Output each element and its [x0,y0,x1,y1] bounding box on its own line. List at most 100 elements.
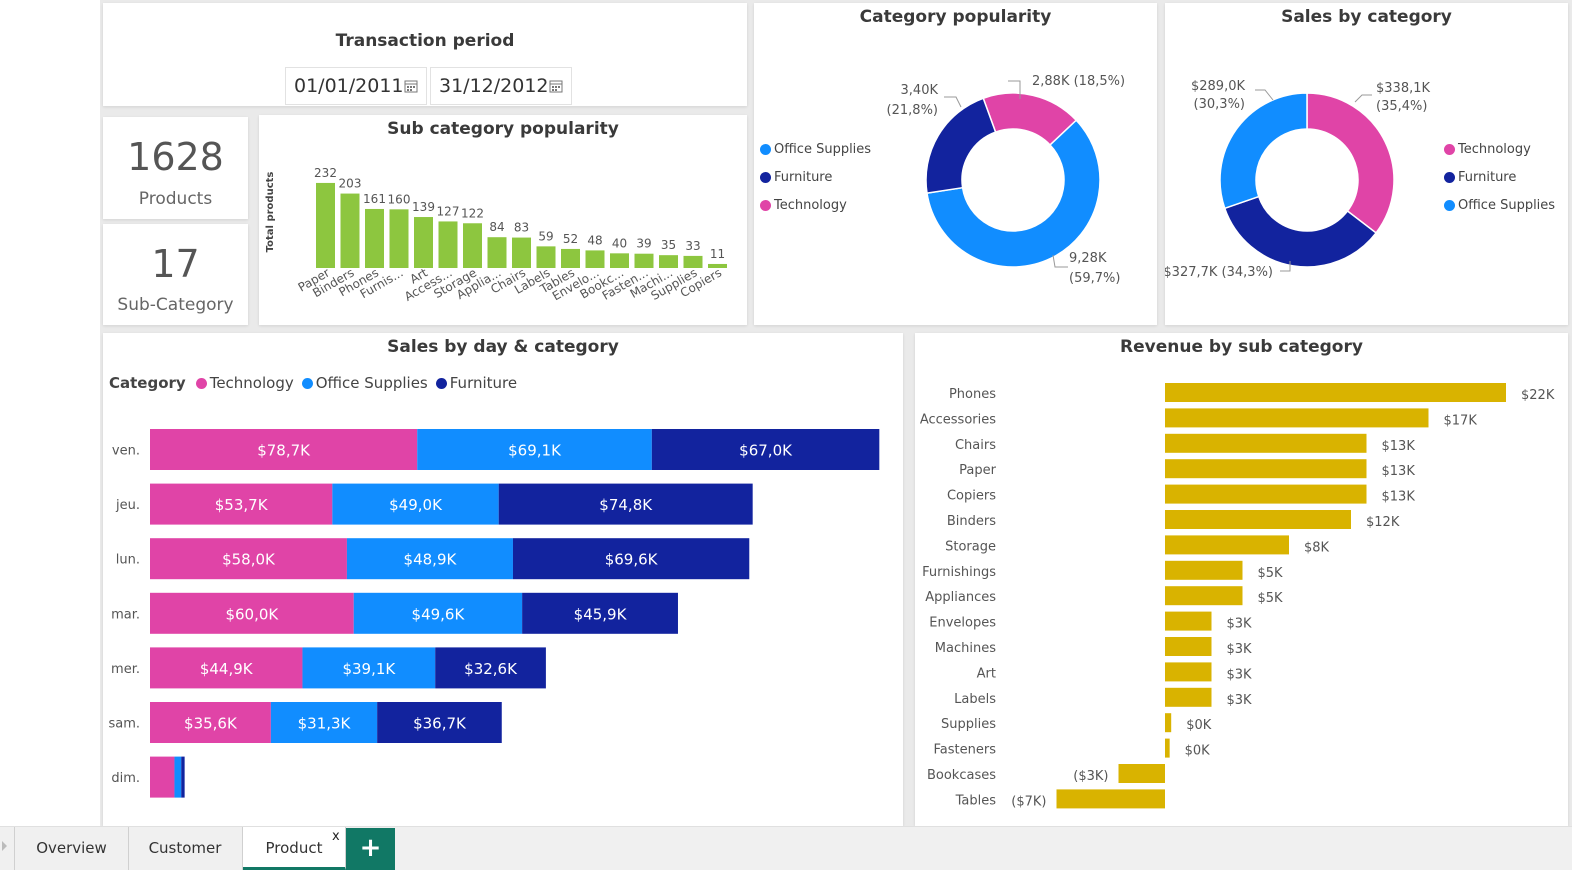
revenue-value-label: $3K [1227,667,1253,682]
day-axis-label: jeu. [115,498,140,513]
sub-category-label: Art [977,666,996,681]
revenue-bar[interactable] [1165,535,1289,555]
sub-category-bar[interactable] [561,248,580,268]
revenue-value-label: $0K [1186,718,1212,733]
close-tab-icon[interactable]: x [332,829,340,844]
day-axis-label: mer. [111,662,140,677]
day-axis-label: ven. [112,444,140,459]
revenue-bar[interactable] [1165,611,1212,631]
segment-value-label: $67,0K [739,442,793,460]
sub-category-bar[interactable] [585,250,605,268]
bar-value-label: 48 [587,233,602,247]
revenue-bar[interactable] [1165,738,1170,758]
revenue-bar[interactable] [1165,687,1212,707]
revenue-value-label: ($7K) [1011,794,1046,809]
sub-category-label: Phones [949,387,996,402]
sub-category-bar[interactable] [438,221,458,268]
leader-line [1255,89,1274,101]
tab-product[interactable]: Product [243,827,346,870]
segment-value-label: $69,6K [605,551,659,569]
sub-category-label: Accessories [920,412,996,427]
start-date-value: 01/01/2011 [294,75,404,97]
sub-category-label: Storage [945,539,996,554]
slice-label-office-supplies-value: 9,28K [1069,251,1107,266]
transaction-period-title: Transaction period [335,31,515,51]
revenue-value-label: $22K [1521,388,1555,403]
sub-category-bar[interactable] [365,208,384,268]
revenue-bar[interactable] [1165,433,1367,453]
sales-by-category-card: Sales by category Technology Furniture O… [1165,3,1568,325]
tab-overview[interactable]: Overview [14,827,129,870]
slice-label-furniture-value: 3,40K [901,83,939,98]
stacked-bar-segment[interactable] [174,756,182,798]
sub-category-bar[interactable] [634,253,654,268]
bar-value-label: 127 [437,204,460,218]
revenue-bar[interactable] [1165,637,1212,656]
sub-category-label: Tables [955,793,997,808]
stacked-bar-segment[interactable] [150,756,175,798]
revenue-bar[interactable] [1165,484,1367,504]
sub-category-label: Fasteners [934,743,997,758]
slice-label-office-supplies-pct: (30,3%) [1194,97,1245,112]
day-axis-label: lun. [116,553,140,568]
stacked-bar-segment[interactable] [181,756,185,798]
sales-by-day-chart: ven. $78,7K $69,1K $67,0K jeu. $53,7K $49,0K $7… [108,429,880,798]
category-popularity-donut: 2,88K (18,5%) 9,28K (59,7%) 3,40K (21,8%… [887,74,1126,286]
bar-value-label: 39 [636,237,651,251]
sub-category-bar[interactable] [389,209,409,268]
segment-value-label: $48,9K [404,551,458,569]
sub-category-bar[interactable] [610,253,629,268]
sub-category-label: Bookcases [927,768,996,783]
revenue-by-sub-category-card: Revenue by sub category Phones $22K Access… [915,333,1568,826]
revenue-bar[interactable] [1165,560,1243,580]
revenue-bar[interactable] [1165,510,1351,529]
segment-value-label: $44,9K [200,660,254,678]
page-tab-bar: Overview Customer Product x + [0,826,1572,870]
revenue-bar[interactable] [1165,408,1429,428]
category-popularity-card: Category popularity Office Supplies Furn… [754,3,1157,325]
left-margin [0,0,100,826]
segment-value-label: $45,9K [574,605,628,623]
products-kpi-card: 1628 Products [103,117,248,219]
sub-category-bar[interactable] [536,246,556,268]
sub-category-bar[interactable] [463,223,482,268]
revenue-by-sub-category-chart: Phones $22K Accessories $17K Chairs $13K Paper… [920,383,1555,809]
transaction-period-card: Transaction period 01/01/2011 31/12/2012 [103,3,747,106]
end-date-value: 31/12/2012 [439,75,549,97]
start-date-input[interactable]: 01/01/2011 [285,67,427,105]
sub-category-bar[interactable] [683,255,703,268]
sub-category-bar[interactable] [340,193,360,268]
revenue-bar[interactable] [1165,586,1243,606]
revenue-bar[interactable] [1165,383,1506,402]
revenue-value-label: $13K [1382,490,1416,505]
calendar-icon[interactable] [549,79,563,93]
revenue-bar[interactable] [1165,662,1212,682]
segment-value-label: $74,8K [599,496,653,514]
add-page-button[interactable]: + [346,828,395,870]
revenue-bar[interactable] [1118,764,1166,783]
revenue-value-label: $17K [1444,413,1478,428]
products-label: Products [138,189,213,209]
sub-category-bar[interactable] [659,255,678,268]
sub-category-bar[interactable] [487,237,507,268]
revenue-bar[interactable] [1165,459,1367,479]
sub-category-bar[interactable] [316,182,335,268]
bar-value-label: 160 [388,192,411,206]
revenue-value-label: ($3K) [1073,769,1108,784]
sub-category-bar[interactable] [414,217,433,268]
revenue-value-label: $8K [1304,540,1330,555]
slice-label-technology: 2,88K (18,5%) [1032,74,1125,89]
bar-value-label: 11 [710,247,725,261]
sub-category-label: Supplies [941,717,996,732]
revenue-bar[interactable] [1165,713,1172,733]
end-date-input[interactable]: 31/12/2012 [430,67,572,105]
bar-value-label: 35 [661,238,676,252]
revenue-bar[interactable] [1056,789,1166,809]
scroll-left-icon[interactable] [2,841,7,851]
sub-category-label: Appliances [925,590,996,605]
segment-value-label: $58,0K [222,551,276,569]
sub-category-bar[interactable] [512,237,531,268]
calendar-icon[interactable] [404,79,418,93]
sales-by-day-card: Sales by day & category Category Technol… [103,333,903,826]
tab-customer[interactable]: Customer [128,827,243,870]
